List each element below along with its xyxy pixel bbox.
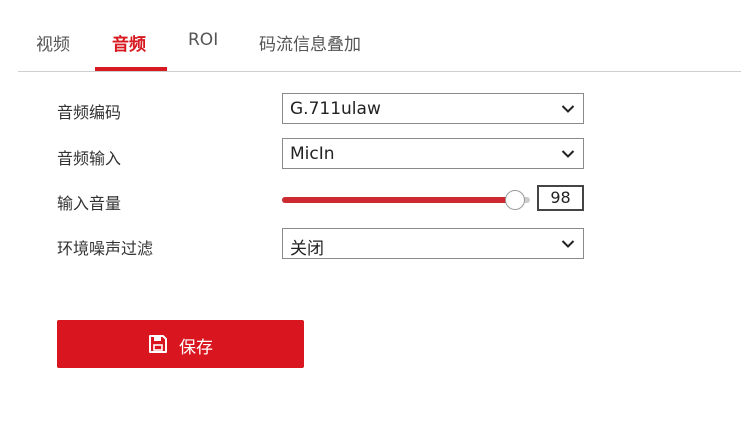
audio-encoding-select[interactable]: G.711ulaw	[282, 93, 584, 124]
input-volume-value-box[interactable]: 98	[537, 185, 584, 211]
input-volume-label: 输入音量	[57, 194, 122, 213]
tab-roi[interactable]: ROI	[188, 30, 218, 50]
input-volume-slider[interactable]	[282, 190, 530, 210]
noise-filter-label: 环境噪声过滤	[57, 239, 154, 258]
tab-video[interactable]: 视频	[36, 30, 70, 55]
save-button-label: 保存	[179, 338, 213, 358]
audio-encoding-label: 音频编码	[57, 103, 122, 122]
audio-settings-page: 视频 音频 ROI 码流信息叠加 音频编码 G.711ulaw 音频输入 Mic…	[0, 0, 741, 446]
chevron-down-icon	[561, 240, 575, 248]
chevron-down-icon	[561, 150, 575, 158]
audio-input-label: 音频输入	[57, 149, 122, 168]
slider-thumb[interactable]	[505, 190, 526, 210]
noise-filter-value: 关闭	[290, 239, 324, 259]
tab-stream-info-overlay[interactable]: 码流信息叠加	[259, 30, 361, 55]
audio-input-value: MicIn	[290, 144, 335, 164]
slider-fill	[282, 197, 516, 203]
floppy-disk-icon	[149, 335, 167, 353]
save-button[interactable]: 保存	[57, 320, 304, 368]
audio-input-select[interactable]: MicIn	[282, 138, 584, 169]
noise-filter-select[interactable]: 关闭	[282, 228, 584, 259]
tab-audio[interactable]: 音频	[112, 30, 146, 55]
audio-encoding-value: G.711ulaw	[290, 99, 381, 119]
active-tab-indicator	[95, 67, 167, 71]
chevron-down-icon	[561, 105, 575, 113]
tab-bar: 视频 音频 ROI 码流信息叠加	[18, 0, 741, 72]
